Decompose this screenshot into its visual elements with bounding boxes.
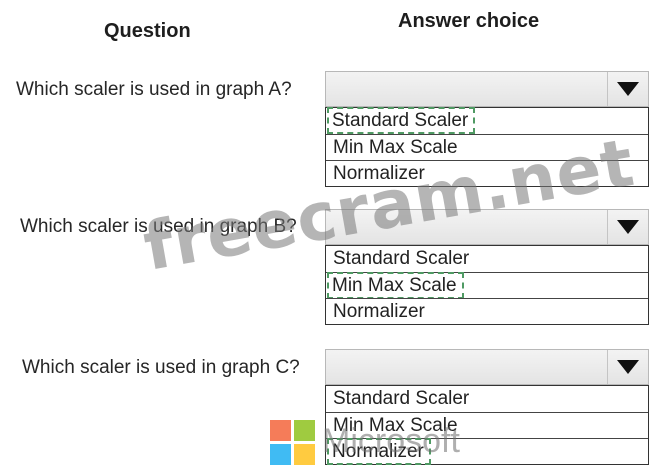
chevron-down-icon	[617, 220, 639, 234]
microsoft-watermark-text: Microsoft	[322, 422, 460, 460]
answer-b-options-list: Standard Scaler Min Max Scale Normalizer	[325, 245, 649, 325]
microsoft-logo-icon	[270, 420, 316, 466]
option-standard-scaler[interactable]: Standard Scaler	[326, 386, 648, 412]
question-c-label: Which scaler is used in graph C?	[22, 357, 300, 378]
dropdown-arrow-button[interactable]	[607, 210, 648, 244]
chevron-down-icon	[617, 360, 639, 374]
dropdown-arrow-button[interactable]	[607, 72, 648, 106]
question-header: Question	[104, 20, 191, 42]
dropdown-arrow-button[interactable]	[607, 350, 648, 384]
question-a-label: Which scaler is used in graph A?	[16, 79, 292, 100]
option-min-max-scale[interactable]: Min Max Scale	[326, 272, 648, 299]
answer-a-dropdown[interactable]	[325, 71, 649, 107]
answer-choice-header: Answer choice	[398, 10, 540, 32]
chevron-down-icon	[617, 82, 639, 96]
answer-c-dropdown[interactable]	[325, 349, 649, 385]
option-normalizer[interactable]: Normalizer	[326, 298, 648, 324]
option-standard-scaler[interactable]: Standard Scaler	[326, 246, 648, 272]
